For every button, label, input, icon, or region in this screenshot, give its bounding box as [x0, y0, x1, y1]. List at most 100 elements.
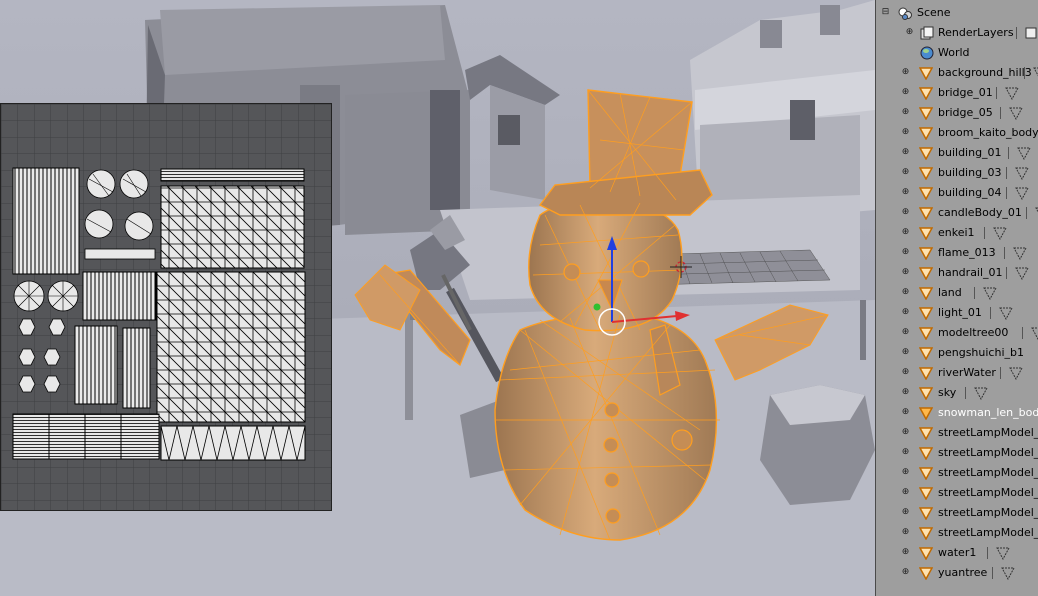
mesh-data-icon[interactable] [1001, 566, 1015, 580]
outliner-object-row[interactable]: ⊕ water1 [876, 543, 1038, 563]
outliner-object-row[interactable]: ⊕ bridge_01 [876, 83, 1038, 103]
object-name-label: bridge_01 [938, 86, 993, 99]
expand-icon[interactable]: ⊕ [901, 548, 910, 557]
expand-icon[interactable]: ⊕ [905, 28, 914, 37]
expand-icon[interactable]: ⊕ [901, 368, 910, 377]
mesh-data-icon[interactable] [1015, 186, 1029, 200]
mesh-data-icon[interactable] [1009, 106, 1023, 120]
mesh-data-icon[interactable] [1033, 66, 1038, 80]
outliner-object-row[interactable]: ⊕ streetLampModel_0 [876, 463, 1038, 483]
expand-icon[interactable]: ⊕ [901, 68, 910, 77]
object-name-label: building_04 [938, 186, 1002, 199]
separator [996, 87, 997, 99]
object-triangle-icon [919, 547, 933, 560]
object-triangle-icon [919, 127, 933, 140]
object-triangle-icon [919, 507, 933, 520]
expand-icon[interactable]: ⊕ [901, 188, 910, 197]
expand-icon[interactable]: ⊕ [901, 168, 910, 177]
outliner-object-row[interactable]: ⊕ candleBody_01 [876, 203, 1038, 223]
mesh-data-icon[interactable] [1015, 266, 1029, 280]
render-layers-label: RenderLayers [938, 26, 1014, 39]
expand-icon[interactable]: ⊕ [901, 328, 910, 337]
outliner-object-row[interactable]: ⊕ building_01 [876, 143, 1038, 163]
mesh-data-icon[interactable] [996, 546, 1010, 560]
outliner-object-row[interactable]: ⊕ handrail_01 [876, 263, 1038, 283]
outliner-object-row[interactable]: ⊕ building_04 [876, 183, 1038, 203]
outliner-object-row[interactable]: ⊕ background_hill3 [876, 63, 1038, 83]
expand-icon[interactable]: ⊕ [901, 468, 910, 477]
outliner-object-row[interactable]: ⊕ building_03 [876, 163, 1038, 183]
object-name-label: streetLampModel_0 [938, 466, 1038, 479]
outliner-object-row[interactable]: ⊕ land [876, 283, 1038, 303]
outliner-object-row[interactable]: ⊕ riverWater [876, 363, 1038, 383]
object-triangle-icon [919, 207, 933, 220]
expand-icon[interactable]: ⊕ [901, 288, 910, 297]
expand-icon[interactable]: ⊕ [901, 248, 910, 257]
object-name-label: streetLampModel_0 [938, 446, 1038, 459]
outliner-object-row[interactable]: ⊕ streetLampModel_0 [876, 503, 1038, 523]
outliner-object-row[interactable]: ⊕ light_01 [876, 303, 1038, 323]
collapse-icon[interactable]: ⊟ [881, 8, 890, 17]
expand-icon[interactable]: ⊕ [901, 508, 910, 517]
outliner-object-row[interactable]: ⊕ snowman_len_body [876, 403, 1038, 423]
object-name-label: modeltree00 [938, 326, 1009, 339]
outliner-object-row[interactable]: ⊕ enkei1 [876, 223, 1038, 243]
expand-icon[interactable]: ⊕ [901, 88, 910, 97]
outliner-object-row[interactable]: ⊕ yuantree [876, 563, 1038, 583]
mesh-data-icon[interactable] [1009, 366, 1023, 380]
expand-icon[interactable]: ⊕ [901, 448, 910, 457]
outliner-object-row[interactable]: ⊕ streetLampModel_0 [876, 443, 1038, 463]
outliner-object-row[interactable]: ⊕ bridge_05 [876, 103, 1038, 123]
object-name-label: background_hill3 [938, 66, 1032, 79]
outliner-object-row[interactable]: ⊕ sky [876, 383, 1038, 403]
object-name-label: sky [938, 386, 957, 399]
outliner-object-row[interactable]: ⊕ modeltree00 [876, 323, 1038, 343]
expand-icon[interactable]: ⊕ [901, 428, 910, 437]
mesh-data-icon[interactable] [999, 306, 1013, 320]
separator [1016, 27, 1017, 39]
mesh-data-icon[interactable] [1013, 246, 1027, 260]
uv-editor-panel[interactable] [0, 103, 332, 511]
expand-icon[interactable]: ⊕ [901, 308, 910, 317]
outliner-object-row[interactable]: ⊕ streetLampModel_0 [876, 523, 1038, 543]
outliner-panel[interactable]: ⊟ Scene ⊕ RenderLayers World ⊕ background… [875, 0, 1038, 596]
object-triangle-icon [919, 287, 933, 300]
object-triangle-icon [919, 527, 933, 540]
expand-icon[interactable]: ⊕ [901, 148, 910, 157]
expand-icon[interactable]: ⊕ [901, 528, 910, 537]
outliner-renderlayers-row[interactable]: ⊕ RenderLayers [876, 23, 1038, 43]
outliner-scene-row[interactable]: ⊟ Scene [876, 3, 1038, 23]
outliner-object-row[interactable]: ⊕ flame_013 [876, 243, 1038, 263]
separator [1000, 107, 1001, 119]
outliner-world-row[interactable]: World [876, 43, 1038, 63]
mesh-data-icon[interactable] [993, 226, 1007, 240]
mesh-data-icon[interactable] [1015, 166, 1029, 180]
outliner-object-row[interactable]: ⊕ streetLampModel_0 [876, 423, 1038, 443]
expand-icon[interactable]: ⊕ [901, 228, 910, 237]
outliner-object-row[interactable]: ⊕ pengshuichi_b1 [876, 343, 1038, 363]
mesh-data-icon[interactable] [1017, 146, 1031, 160]
expand-icon[interactable]: ⊕ [901, 408, 910, 417]
expand-icon[interactable]: ⊕ [901, 108, 910, 117]
object-name-label: land [938, 286, 962, 299]
object-triangle-icon [919, 447, 933, 460]
expand-icon[interactable]: ⊕ [901, 208, 910, 217]
outliner-object-row[interactable]: ⊕ streetLampModel_0 [876, 483, 1038, 503]
object-name-label: streetLampModel_0 [938, 526, 1038, 539]
expand-icon[interactable]: ⊕ [901, 128, 910, 137]
separator [1006, 167, 1007, 179]
expand-icon[interactable]: ⊕ [901, 348, 910, 357]
expand-icon[interactable]: ⊕ [901, 388, 910, 397]
3d-viewport[interactable] [0, 0, 875, 596]
expand-icon[interactable]: ⊕ [901, 488, 910, 497]
expand-icon[interactable]: ⊕ [901, 568, 910, 577]
mesh-data-icon[interactable] [974, 386, 988, 400]
mesh-data-icon[interactable] [1005, 86, 1019, 100]
object-name-label: snowman_len_body [938, 406, 1038, 419]
mesh-data-icon[interactable] [1031, 326, 1038, 340]
mesh-data-icon[interactable] [983, 286, 997, 300]
object-triangle-icon [919, 407, 933, 420]
outliner-object-row[interactable]: ⊕ broom_kaito_body [876, 123, 1038, 143]
expand-icon[interactable]: ⊕ [901, 268, 910, 277]
world-label: World [938, 46, 970, 59]
